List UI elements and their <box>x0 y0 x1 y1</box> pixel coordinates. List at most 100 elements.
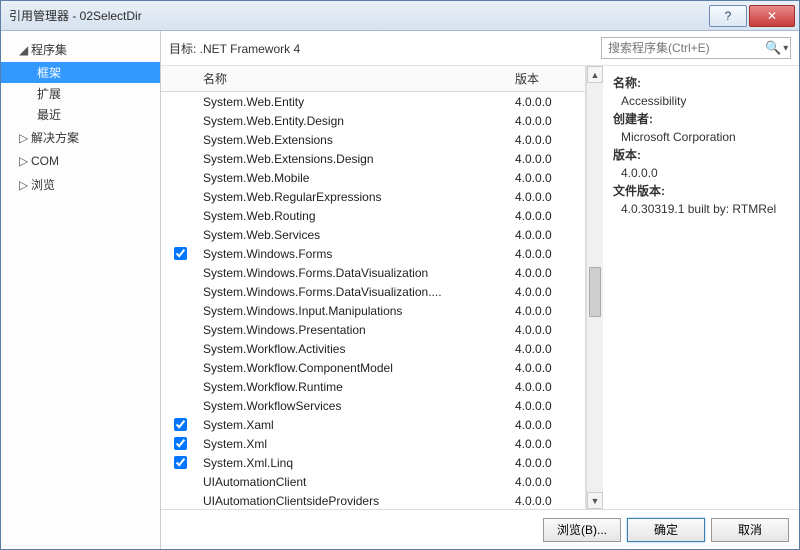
scroll-up-button[interactable]: ▲ <box>587 66 603 83</box>
sidebar-category-label: 程序集 <box>31 41 67 58</box>
assembly-row[interactable]: UIAutomationClient4.0.0.0 <box>161 472 585 491</box>
assembly-row[interactable]: System.Web.Routing4.0.0.0 <box>161 206 585 225</box>
assembly-name: System.Web.Extensions.Design <box>199 152 515 166</box>
target-value: .NET Framework 4 <box>200 42 300 56</box>
checkbox-cell <box>161 453 199 472</box>
search-icon[interactable]: 🔍 <box>765 40 781 56</box>
scroll-down-button[interactable]: ▼ <box>587 492 603 509</box>
assembly-name: System.Web.Extensions <box>199 133 515 147</box>
details-creator-value: Microsoft Corporation <box>613 128 789 146</box>
assembly-row[interactable]: System.Workflow.Activities4.0.0.0 <box>161 339 585 358</box>
titlebar: 引用管理器 - 02SelectDir ? ✕ <box>1 1 799 31</box>
assembly-checkbox[interactable] <box>174 247 187 260</box>
assembly-checkbox[interactable] <box>174 418 187 431</box>
column-version[interactable]: 版本 <box>515 70 585 87</box>
assembly-row[interactable]: UIAutomationClientsideProviders4.0.0.0 <box>161 491 585 509</box>
column-headers: 名称 版本 <box>161 66 585 92</box>
assembly-checkbox[interactable] <box>174 456 187 469</box>
sidebar-category[interactable]: ▷COM <box>1 150 160 172</box>
assembly-name: System.Windows.Presentation <box>199 323 515 337</box>
assembly-row[interactable]: System.Xml4.0.0.0 <box>161 434 585 453</box>
assembly-row[interactable]: System.Workflow.Runtime4.0.0.0 <box>161 377 585 396</box>
assembly-name: UIAutomationClient <box>199 475 515 489</box>
details-version-value: 4.0.0.0 <box>613 164 789 182</box>
target-label: 目标: <box>169 42 200 56</box>
assembly-version: 4.0.0.0 <box>515 380 585 394</box>
sidebar-category[interactable]: ▷ 浏览 <box>1 172 160 197</box>
browse-button[interactable]: 浏览(B)... <box>543 518 621 542</box>
assembly-row[interactable]: System.Web.Extensions.Design4.0.0.0 <box>161 149 585 168</box>
assembly-name: System.Web.Entity <box>199 95 515 109</box>
vertical-scrollbar[interactable]: ▲ ▼ <box>586 66 603 509</box>
assembly-row[interactable]: System.Xaml4.0.0.0 <box>161 415 585 434</box>
assembly-checkbox[interactable] <box>174 437 187 450</box>
details-name-label: 名称: <box>613 74 789 92</box>
assembly-version: 4.0.0.0 <box>515 209 585 223</box>
scroll-track[interactable] <box>587 83 603 492</box>
details-name-value: Accessibility <box>613 92 789 110</box>
sidebar-category-label: 解决方案 <box>31 129 79 146</box>
assembly-row[interactable]: System.Web.RegularExpressions4.0.0.0 <box>161 187 585 206</box>
checkbox-cell <box>161 434 199 453</box>
chevron-right-icon: ▷ <box>19 178 27 192</box>
ok-button[interactable]: 确定 <box>627 518 705 542</box>
assembly-version: 4.0.0.0 <box>515 304 585 318</box>
column-check <box>161 70 199 87</box>
assembly-name: UIAutomationClientsideProviders <box>199 494 515 508</box>
scroll-thumb[interactable] <box>589 267 601 317</box>
cancel-button[interactable]: 取消 <box>711 518 789 542</box>
assembly-version: 4.0.0.0 <box>515 456 585 470</box>
assembly-version: 4.0.0.0 <box>515 152 585 166</box>
chevron-down-icon: ◢ <box>19 43 27 57</box>
assembly-version: 4.0.0.0 <box>515 342 585 356</box>
close-button[interactable]: ✕ <box>749 5 795 27</box>
assembly-name: System.Web.Mobile <box>199 171 515 185</box>
window-controls: ? ✕ <box>707 5 795 27</box>
assembly-name: System.Web.Entity.Design <box>199 114 515 128</box>
assembly-row[interactable]: System.Web.Mobile4.0.0.0 <box>161 168 585 187</box>
assembly-row[interactable]: System.Workflow.ComponentModel4.0.0.0 <box>161 358 585 377</box>
sidebar-item[interactable]: 扩展 <box>1 83 160 104</box>
search-dropdown-icon[interactable]: ▾ <box>781 43 790 54</box>
search-input[interactable] <box>606 40 765 56</box>
assembly-version: 4.0.0.0 <box>515 95 585 109</box>
assembly-name: System.Xml <box>199 437 515 451</box>
assembly-list[interactable]: System.Web.Entity4.0.0.0System.Web.Entit… <box>161 92 585 509</box>
sidebar-category-label: 浏览 <box>31 176 55 193</box>
assembly-row[interactable]: System.Web.Extensions4.0.0.0 <box>161 130 585 149</box>
assembly-version: 4.0.0.0 <box>515 418 585 432</box>
sidebar-item[interactable]: 框架 <box>1 62 160 83</box>
assembly-version: 4.0.0.0 <box>515 171 585 185</box>
assembly-row[interactable]: System.Web.Entity4.0.0.0 <box>161 92 585 111</box>
assembly-row[interactable]: System.WorkflowServices4.0.0.0 <box>161 396 585 415</box>
assembly-row[interactable]: System.Windows.Forms.DataVisualization4.… <box>161 263 585 282</box>
content: 名称 版本 System.Web.Entity4.0.0.0System.Web… <box>161 66 799 509</box>
assembly-row[interactable]: System.Windows.Input.Manipulations4.0.0.… <box>161 301 585 320</box>
assembly-row[interactable]: System.Web.Services4.0.0.0 <box>161 225 585 244</box>
assembly-name: System.Windows.Forms <box>199 247 515 261</box>
search-box[interactable]: 🔍 ▾ <box>601 37 791 59</box>
assembly-row[interactable]: System.Windows.Forms4.0.0.0 <box>161 244 585 263</box>
assembly-name: System.Xml.Linq <box>199 456 515 470</box>
assembly-row[interactable]: System.Windows.Forms.DataVisualization..… <box>161 282 585 301</box>
target-framework: 目标: .NET Framework 4 <box>169 40 601 57</box>
assembly-version: 4.0.0.0 <box>515 247 585 261</box>
assembly-version: 4.0.0.0 <box>515 285 585 299</box>
assembly-name: System.Xaml <box>199 418 515 432</box>
assembly-name: System.WorkflowServices <box>199 399 515 413</box>
checkbox-cell <box>161 415 199 434</box>
help-button[interactable]: ? <box>709 5 747 27</box>
sidebar-category[interactable]: ▷解决方案 <box>1 125 160 150</box>
assembly-version: 4.0.0.0 <box>515 190 585 204</box>
assembly-version: 4.0.0.0 <box>515 475 585 489</box>
column-name[interactable]: 名称 <box>199 70 515 87</box>
assembly-name: System.Windows.Forms.DataVisualization..… <box>199 285 515 299</box>
details-filever-label: 文件版本: <box>613 182 789 200</box>
sidebar-item[interactable]: 最近 <box>1 104 160 125</box>
assembly-row[interactable]: System.Xml.Linq4.0.0.0 <box>161 453 585 472</box>
assembly-row[interactable]: System.Web.Entity.Design4.0.0.0 <box>161 111 585 130</box>
details-creator-label: 创建者: <box>613 110 789 128</box>
assembly-row[interactable]: System.Windows.Presentation4.0.0.0 <box>161 320 585 339</box>
sidebar-category[interactable]: ◢ 程序集 <box>1 37 160 62</box>
sidebar: ◢ 程序集框架扩展最近▷解决方案▷COM ▷ 浏览 <box>1 31 161 549</box>
